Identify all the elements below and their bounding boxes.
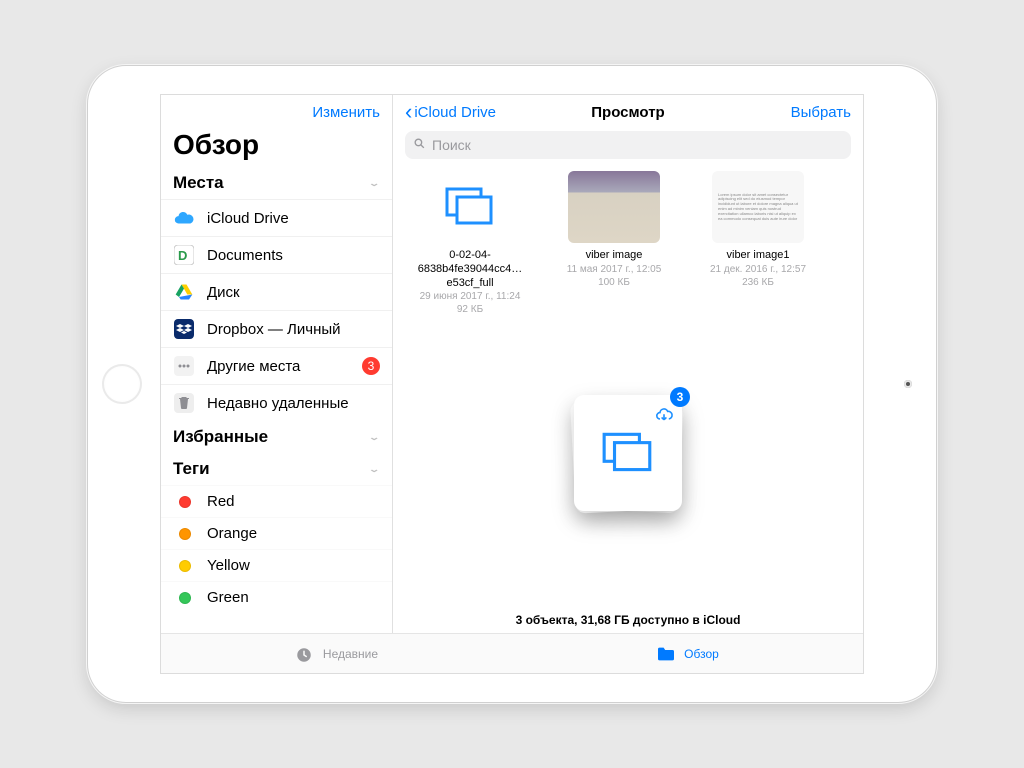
badge-count: 3 (362, 357, 380, 375)
tag-dot-icon (179, 496, 191, 508)
file-name: 0-02-04-6838b4fe39044cc4…e53cf_full (411, 249, 529, 290)
sidebar-item-label: Диск (207, 284, 380, 301)
main-title: Просмотр (591, 104, 664, 121)
chevron-down-icon: ⌄ (368, 178, 380, 188)
tag-dot-icon (179, 560, 191, 572)
sidebar-item-drive[interactable]: Диск (161, 273, 392, 310)
tag-item-yellow[interactable]: Yellow (161, 549, 392, 581)
sidebar-item-label: Dropbox — Личный (207, 321, 380, 338)
google-drive-icon (173, 281, 195, 303)
search-placeholder: Поиск (432, 137, 471, 153)
chevron-left-icon: ‹ (405, 101, 412, 123)
status-footer: 3 объекта, 31,68 ГБ доступно в iCloud (393, 613, 863, 627)
photo-thumb-icon (568, 171, 660, 243)
tag-label: Yellow (207, 557, 250, 574)
favorites-section-header[interactable]: Избранные ⌄ (161, 421, 392, 453)
icloud-icon (173, 207, 195, 229)
back-label: iCloud Drive (414, 104, 496, 121)
file-size: 92 КБ (411, 303, 529, 316)
file-date: 11 мая 2017 г., 12:05 (555, 263, 673, 276)
tab-browse[interactable]: Обзор (512, 634, 863, 673)
tag-label: Green (207, 589, 249, 606)
tag-dot-icon (179, 592, 191, 604)
tab-recent[interactable]: Недавние (161, 634, 512, 673)
download-overlay-card[interactable]: 3 (574, 395, 682, 511)
tag-label: Orange (207, 525, 257, 542)
sidebar-item-label: Другие места (207, 358, 362, 375)
folder-icon (600, 429, 656, 477)
locations-label: Места (173, 173, 224, 193)
sidebar: Изменить Обзор Места ⌄ iCloud Drive D (161, 95, 393, 633)
file-name: viber image1 (699, 249, 817, 263)
sidebar-item-icloud[interactable]: iCloud Drive (161, 199, 392, 236)
folder-thumb-icon (424, 171, 516, 243)
tag-dot-icon (179, 528, 191, 540)
more-icon (173, 355, 195, 377)
cloud-download-icon (654, 407, 674, 428)
sidebar-item-more-locations[interactable]: Другие места 3 (161, 347, 392, 384)
tag-item-green[interactable]: Green (161, 581, 392, 613)
chevron-down-icon: ⌄ (368, 432, 380, 442)
file-item[interactable]: Lorem ipsum dolor sit amet consectetur a… (699, 171, 817, 316)
file-name: viber image (555, 249, 673, 263)
tab-label: Обзор (684, 647, 719, 661)
front-camera (904, 380, 912, 388)
file-item[interactable]: 0-02-04-6838b4fe39044cc4…e53cf_full 29 и… (411, 171, 529, 316)
chevron-down-icon: ⌄ (368, 464, 380, 474)
sidebar-item-label: Недавно удаленные (207, 395, 380, 412)
search-icon (413, 137, 426, 153)
dropbox-icon (173, 318, 195, 340)
locations-section-header[interactable]: Места ⌄ (161, 167, 392, 199)
tab-label: Недавние (323, 647, 378, 661)
screen: Изменить Обзор Места ⌄ iCloud Drive D (160, 94, 864, 674)
documents-app-icon: D (173, 244, 195, 266)
file-date: 21 дек. 2016 г., 12:57 (699, 263, 817, 276)
svg-text:D: D (178, 248, 187, 263)
files-grid: 0-02-04-6838b4fe39044cc4…e53cf_full 29 и… (393, 165, 863, 316)
sidebar-item-documents[interactable]: D Documents (161, 236, 392, 273)
favorites-label: Избранные (173, 427, 268, 447)
tag-label: Red (207, 493, 235, 510)
sidebar-item-label: Documents (207, 247, 380, 264)
tags-section-header[interactable]: Теги ⌄ (161, 453, 392, 485)
file-size: 236 КБ (699, 276, 817, 289)
select-button[interactable]: Выбрать (791, 104, 851, 121)
file-date: 29 июня 2017 г., 11:24 (411, 290, 529, 303)
sidebar-title: Обзор (161, 129, 392, 167)
home-button[interactable] (102, 364, 142, 404)
back-button[interactable]: ‹ iCloud Drive (405, 101, 496, 123)
sidebar-item-label: iCloud Drive (207, 210, 380, 227)
tag-item-orange[interactable]: Orange (161, 517, 392, 549)
download-count-badge: 3 (670, 387, 690, 407)
tags-label: Теги (173, 459, 210, 479)
edit-button[interactable]: Изменить (312, 104, 380, 121)
tag-item-red[interactable]: Red (161, 485, 392, 517)
tab-bar: Недавние Обзор (161, 633, 863, 673)
file-item[interactable]: viber image 11 мая 2017 г., 12:05 100 КБ (555, 171, 673, 316)
file-size: 100 КБ (555, 276, 673, 289)
folder-icon (656, 646, 676, 662)
main-content: ‹ iCloud Drive Просмотр Выбрать Поиск (393, 95, 863, 633)
sidebar-item-dropbox[interactable]: Dropbox — Личный (161, 310, 392, 347)
search-field[interactable]: Поиск (405, 131, 851, 159)
trash-icon (173, 392, 195, 414)
sidebar-item-recently-deleted[interactable]: Недавно удаленные (161, 384, 392, 421)
text-thumb-icon: Lorem ipsum dolor sit amet consectetur a… (712, 171, 804, 243)
clock-icon (295, 646, 315, 662)
ipad-frame: Изменить Обзор Места ⌄ iCloud Drive D (88, 66, 936, 702)
